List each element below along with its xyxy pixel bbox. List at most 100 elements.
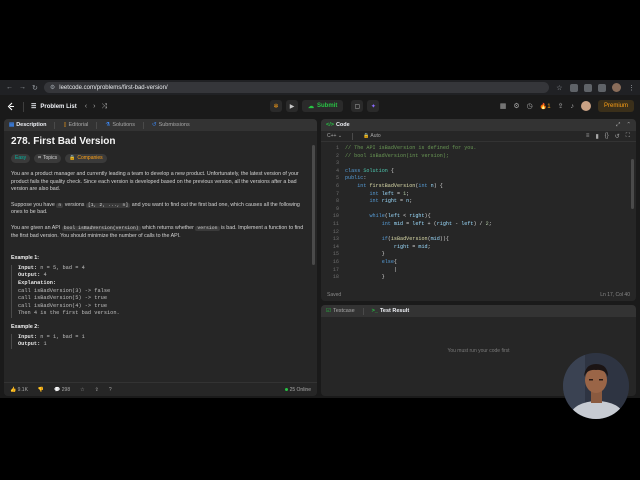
header-right-tools: ▦ ⚙ ◷ 🔥1 ⇪ ♪ Premium <box>500 100 634 112</box>
profile-avatar[interactable] <box>611 83 621 92</box>
line-number: 9 <box>335 205 339 212</box>
line-number: 1 <box>335 145 339 151</box>
back-icon[interactable]: ← <box>6 83 13 92</box>
format-icon[interactable]: ≡ <box>586 133 590 140</box>
code-line: } <box>345 274 385 281</box>
dislike-icon[interactable]: 👎 <box>38 387 44 393</box>
bookmark-star-icon[interactable]: ☆ <box>555 83 564 92</box>
output-label: Output: <box>18 341 41 348</box>
timer-icon[interactable]: ◷ <box>527 102 533 110</box>
tab-editorial[interactable]: ▯ Editorial <box>63 122 88 128</box>
forward-icon[interactable]: → <box>19 83 26 92</box>
code-line: else{ <box>381 258 397 265</box>
tag-icon: ⌗ <box>38 154 41 161</box>
problem-list-label: Problem List <box>40 103 77 110</box>
help-icon[interactable]: ? <box>109 387 112 393</box>
difficulty-badge: Easy <box>11 154 31 163</box>
extension-icon[interactable] <box>583 83 592 92</box>
chevron-left-icon[interactable]: ‹ <box>85 103 87 110</box>
language-select[interactable]: C++ ⌄ <box>327 133 342 139</box>
layout-icon[interactable]: ▦ <box>500 102 507 110</box>
description-panel: ▤ Description ▯ Editorial ⚗ Solutions ↺ … <box>4 119 317 396</box>
problem-list-button[interactable]: ☰ Problem List <box>31 103 77 111</box>
address-bar[interactable]: ⚙ leetcode.com/problems/first-bad-versio… <box>43 82 549 93</box>
line-number: 18 <box>332 274 339 281</box>
topics-label: Topics <box>42 154 58 161</box>
code-line: right = mid; <box>393 243 431 250</box>
site-info-icon[interactable]: ⚙ <box>50 84 55 91</box>
chevron-up-icon[interactable]: ⌃ <box>626 122 631 129</box>
user-avatar[interactable] <box>580 101 591 111</box>
cursor-position: Ln 17, Col 40 <box>600 292 630 298</box>
share-icon[interactable]: ⇪ <box>95 387 99 393</box>
topics-badge[interactable]: ⌗ Topics <box>34 154 62 163</box>
book-icon: ▯ <box>63 122 67 128</box>
companies-label: Companies <box>77 154 103 161</box>
tab-testcase[interactable]: ☑ Testcase <box>326 308 355 314</box>
braces-icon[interactable]: {} <box>605 133 609 140</box>
text: Suppose you have <box>11 201 57 208</box>
notes-icon[interactable]: ▢ <box>351 100 364 112</box>
line-number: 6 <box>335 182 339 189</box>
tab-code[interactable]: </> Code <box>326 122 350 128</box>
favorite-star-icon[interactable]: ☆ <box>80 387 84 393</box>
example-1-title: Example 1: <box>11 255 39 262</box>
line-number: 8 <box>335 198 339 205</box>
mode-label: Auto <box>370 133 381 139</box>
problem-description: 278. First Bad Version Easy ⌗ Topics 🔒 C… <box>4 131 317 353</box>
submit-button[interactable]: ☁ Submit <box>302 100 344 112</box>
output-value: 4 <box>40 272 47 279</box>
run-button[interactable]: ▶ <box>286 100 298 112</box>
problem-title[interactable]: 278. First Bad Version <box>11 136 310 148</box>
cloud-upload-icon: ☁ <box>308 103 314 110</box>
code-editor[interactable]: 1 2 3 4 5 6 7 8 9 10 11 12 13 14 15 16 1… <box>321 143 636 287</box>
terminal-icon: >_ <box>371 308 378 314</box>
bookmark-icon[interactable]: ▮ <box>595 133 598 140</box>
tab-description[interactable]: ▤ Description <box>9 122 46 128</box>
reload-icon[interactable]: ↻ <box>32 83 38 92</box>
ai-assist-icon[interactable]: ✦ <box>367 100 380 112</box>
tab-solutions[interactable]: ⚗ Solutions <box>105 122 135 128</box>
streak-count: 1 <box>547 103 551 110</box>
output-label: Output: <box>18 272 41 279</box>
auto-mode-toggle[interactable]: 🔒 Auto <box>363 133 381 139</box>
fullscreen-icon[interactable]: ⛶ <box>626 133 630 140</box>
lock-icon: 🔒 <box>69 154 76 161</box>
code-panel: </> Code ⤢ ⌃ C++ ⌄ 🔒 Auto ≡ ▮ {} ↺ ⛶ 1 2… <box>321 119 636 301</box>
description-footer: 👍 9.1K 👎 💬 298 ☆ ⇪ ? 25 Online <box>4 382 317 396</box>
extensions-puzzle-icon[interactable] <box>597 83 606 92</box>
companies-badge[interactable]: 🔒 Companies <box>65 154 107 163</box>
code-lines: // The API isBadVersion is defined for y… <box>345 145 492 282</box>
paragraph: You are given an API bool isBadVersion(v… <box>11 225 310 240</box>
like-button[interactable]: 👍 9.1K <box>10 387 28 393</box>
browser-toolbar: ← → ↻ ⚙ leetcode.com/problems/first-bad-… <box>0 80 640 95</box>
streak-counter[interactable]: 🔥1 <box>540 103 551 110</box>
shuffle-icon[interactable]: ⤨ <box>101 103 107 111</box>
url-text: leetcode.com/problems/first-bad-version/ <box>59 84 168 91</box>
menu-dots-icon[interactable]: ⋮ <box>627 83 636 92</box>
tab-label: Test Result <box>379 308 410 314</box>
extension-icon[interactable] <box>569 83 578 92</box>
description-scrollbar[interactable] <box>312 145 315 265</box>
tab-submissions[interactable]: ↺ Submissions <box>152 122 190 128</box>
maximize-icon[interactable]: ⤢ <box>616 122 620 129</box>
line-number: 13 <box>332 236 339 243</box>
share-icon[interactable]: ⇪ <box>558 102 564 110</box>
test-tabs: ☑ Testcase >_ Test Result <box>321 305 636 317</box>
explanation-line: call isBadVersion(3) -> false <box>18 287 111 294</box>
divider <box>96 121 98 129</box>
settings-icon[interactable]: ⚙ <box>513 102 519 110</box>
chevron-right-icon[interactable]: › <box>93 103 95 110</box>
tab-label: Testcase <box>332 308 355 314</box>
tab-test-result[interactable]: >_ Test Result <box>372 308 410 314</box>
comments-button[interactable]: 💬 298 <box>54 387 70 393</box>
code-scrollbar[interactable] <box>631 159 634 209</box>
debug-icon[interactable]: ✲ <box>270 100 282 112</box>
notification-icon[interactable]: ♪ <box>570 103 574 110</box>
editor-status-bar: Saved Ln 17, Col 40 <box>321 289 636 301</box>
leetcode-logo-icon[interactable] <box>6 102 16 112</box>
premium-button[interactable]: Premium <box>597 100 634 112</box>
reset-icon[interactable]: ↺ <box>615 133 620 140</box>
app-header: ☰ Problem List ‹ › ⤨ ✲ ▶ ☁ Submit ▢ ✦ ▦ … <box>0 95 640 118</box>
